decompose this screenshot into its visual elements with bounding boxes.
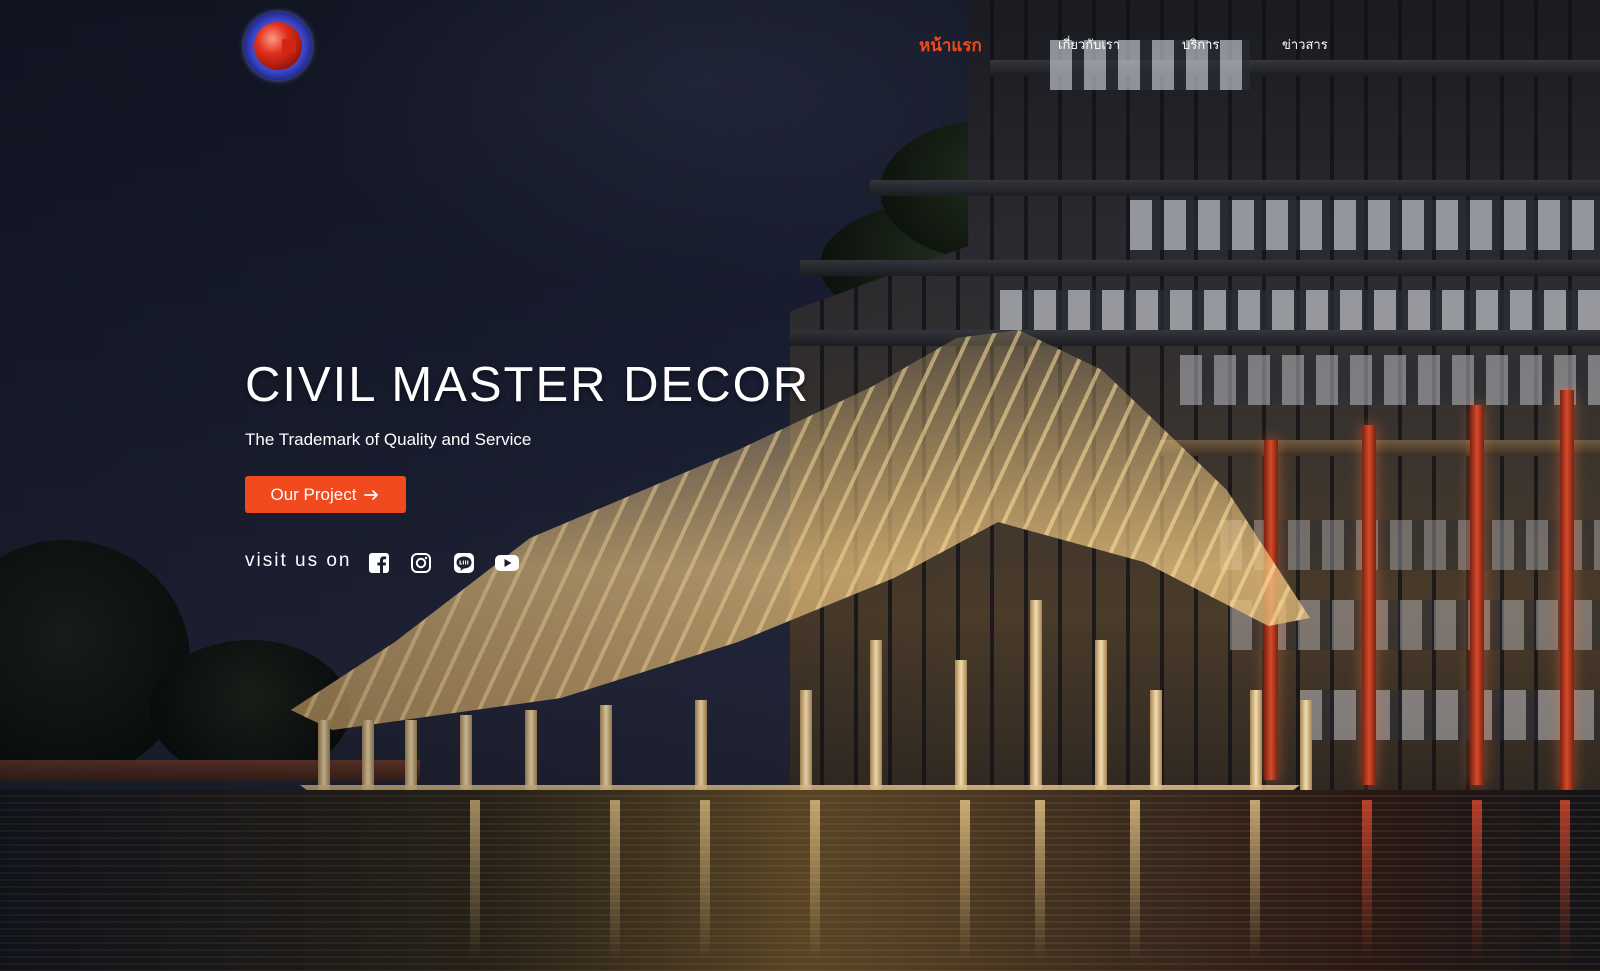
hero-subtitle: The Trademark of Quality and Service <box>245 430 532 449</box>
hero-overlay <box>0 0 1600 971</box>
line-icon[interactable] <box>453 552 475 574</box>
our-project-button[interactable]: Our Project <box>245 476 406 513</box>
logo[interactable] <box>244 12 312 80</box>
visit-us-label: visit us on <box>245 550 352 571</box>
arrow-right-icon <box>364 489 379 500</box>
hero-title: CIVIL MASTER DECOR <box>245 358 811 412</box>
logo-notch <box>282 39 296 53</box>
facebook-icon[interactable] <box>368 552 390 574</box>
youtube-icon[interactable] <box>494 552 520 574</box>
instagram-icon[interactable] <box>410 552 432 574</box>
hero-section: หน้าแรก เกี่ยวกับเรา บริการ ข่าวสาร CIVI… <box>0 0 1600 971</box>
logo-mark <box>254 22 302 70</box>
nav-services[interactable]: บริการ <box>1182 34 1219 60</box>
nav-about[interactable]: เกี่ยวกับเรา <box>1058 34 1120 60</box>
nav-news[interactable]: ข่าวสาร <box>1282 34 1328 60</box>
our-project-label: Our Project <box>270 484 357 504</box>
nav-home[interactable]: หน้าแรก <box>919 32 982 58</box>
